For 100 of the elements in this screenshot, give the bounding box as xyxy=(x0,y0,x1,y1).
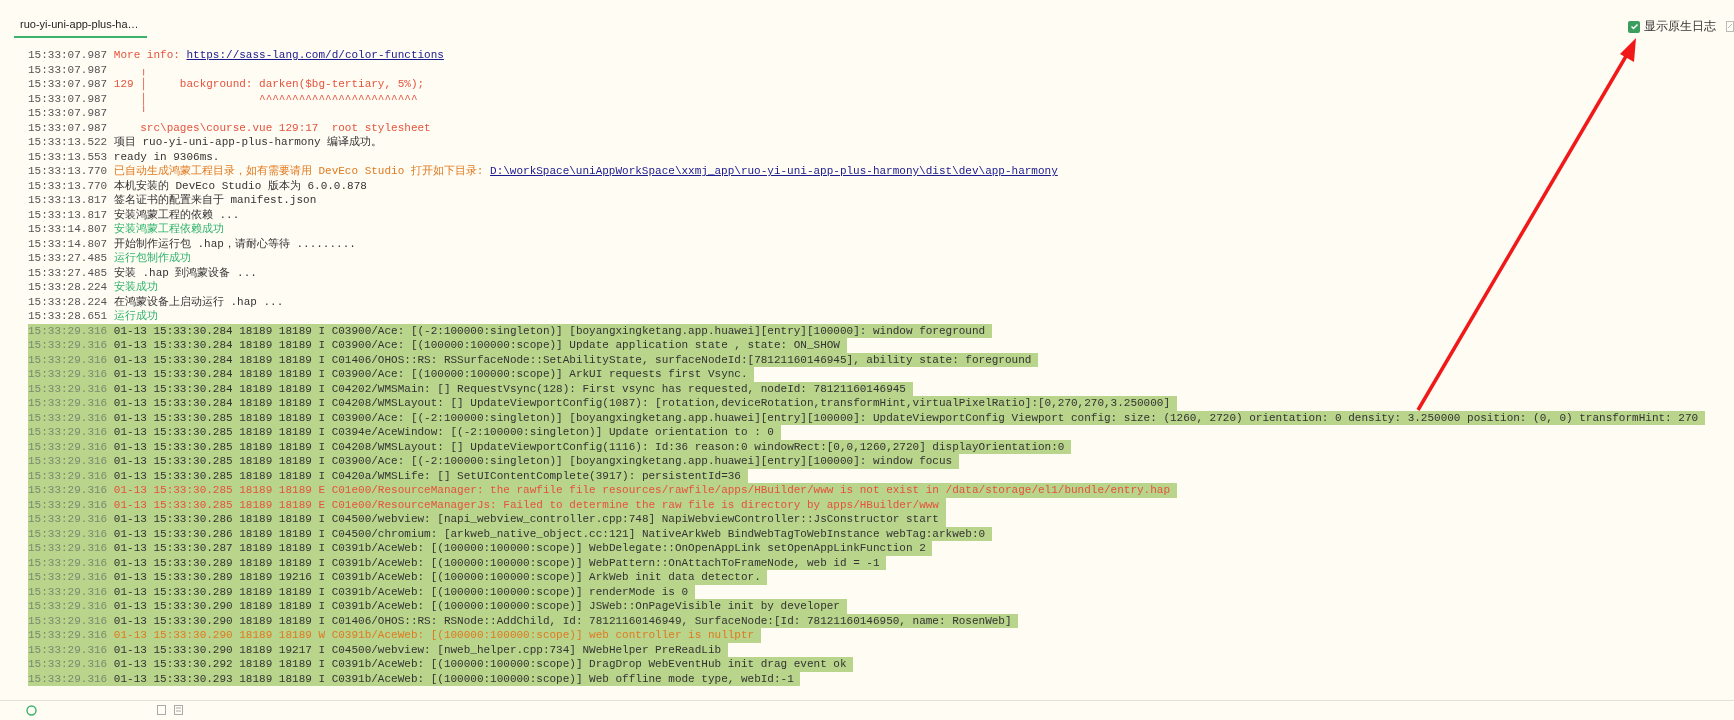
log-message: 01-13 15:33:30.284 18189 18189 I C04208/WMSLayout: [] UpdateViewportConfig(1087): [rotation,deviceRotation,transformHint,virtualPixelRatio]:[0,270,270,3.250000] xyxy=(113,397,1171,409)
link[interactable]: D:\workSpace\uniAppWorkSpace\xxmj_app\ruo-yi-uni-app-plus-harmony\dist\dev\app-harmony xyxy=(490,165,1058,177)
log-message: 01-13 15:33:30.284 18189 18189 I C04202/WMSMain: [] RequestVsync(128): First vsync has requested, nodeId: 78121160146945 xyxy=(113,382,907,395)
log-message: 01-13 15:33:30.285 18189 18189 I C0394e/AceWindow: [(-2:100000:singleton)] Update orientation to : 0 xyxy=(113,426,775,438)
log-time: 15:33:29.316 xyxy=(28,672,108,685)
log-line[interactable]: 15:33:14.807 安装鸿蒙工程依赖成功 xyxy=(28,222,224,237)
log-line[interactable]: 15:33:07.987 ╵ xyxy=(28,106,147,121)
log-message: ready in 9306ms. xyxy=(113,150,220,163)
log-time: 15:33:29.316 xyxy=(28,600,108,612)
log-time: 15:33:29.316 xyxy=(28,397,108,409)
log-message: 01-13 15:33:30.289 18189 18189 I C0391b/AceWeb: [(100000:100000:scope)] WebPattern::OnAttachToFrameNode, web id = -1 xyxy=(113,556,881,569)
log-line[interactable]: 15:33:07.987 129 │ background: darken($bg-tertiary, 5%); xyxy=(28,77,425,92)
checkbox-label: 显示原生日志 xyxy=(1644,18,1716,35)
log-message: 01-13 15:33:30.284 18189 18189 I C03900/Ace: [(-2:100000:singleton)] [boyangxingketang.app.huawei][entry][100000]: window foreground xyxy=(113,324,987,337)
log-message: 安装成功 xyxy=(113,281,158,293)
log-time: 15:33:13.817 xyxy=(28,208,108,221)
log-line[interactable]: 15:33:07.987 ╷ xyxy=(28,62,147,77)
log-time: 15:33:29.316 xyxy=(28,556,108,569)
log-message: ╷ xyxy=(139,63,147,76)
log-line[interactable]: 15:33:07.987 │ ^^^^^^^^^^^^^^^^^^^^^^^^ xyxy=(28,91,418,106)
log-message: 01-13 15:33:30.292 18189 18189 I C0391b/AceWeb: [(100000:100000:scope)] DragDrop WebEventHub init drag event ok xyxy=(113,658,848,670)
log-message: 在鸿蒙设备上启动运行 .hap ... xyxy=(113,295,284,308)
log-message: 01-13 15:33:30.286 18189 18189 I C04500/webview: [napi_webview_controller.cpp:748] NapiWebviewController::JsConstructor start xyxy=(113,513,940,525)
log-line[interactable]: 15:33:13.817 安装鸿蒙工程的依赖 ... xyxy=(28,207,240,222)
log-message: 01-13 15:33:30.284 18189 18189 I C03900/Ace: [(100000:100000:scope)] ArkUI requests first Vsync. xyxy=(113,368,749,380)
log-time: 15:33:29.316 xyxy=(28,658,108,670)
log-time: 15:33:29.316 xyxy=(28,498,108,511)
log-time: 15:33:28.224 xyxy=(28,281,108,293)
edit-icon[interactable] xyxy=(1726,21,1734,32)
log-message: 本机安装的 DevEco Studio 版本为 6.0.0.878 xyxy=(113,179,367,192)
log-time: 15:33:29.316 xyxy=(28,484,108,496)
log-time: 15:33:13.770 xyxy=(28,165,108,177)
log-time: 15:33:29.316 xyxy=(28,455,108,467)
log-line[interactable]: 15:33:28.651 运行成功 xyxy=(28,309,158,324)
log-time: 15:33:13.553 xyxy=(28,150,108,163)
log-time: 15:33:27.485 xyxy=(28,252,108,264)
log-time: 15:33:29.316 xyxy=(28,542,108,554)
log-message: 01-13 15:33:30.290 18189 19217 I C04500/webview: [nweb_helper.cpp:734] NWebHelper PreReadLib xyxy=(113,643,723,656)
log-message: 01-13 15:33:30.290 18189 18189 I C01406/OHOS::RS: RSNode::AddChild, Id: 78121160146949, SurfaceNode:[Id: 78121160146950, name: RosenWeb] xyxy=(113,614,1013,627)
log-time: 15:33:07.987 xyxy=(28,107,108,119)
log-time: 15:33:07.987 xyxy=(28,121,108,134)
log-time: 15:33:29.316 xyxy=(28,527,108,540)
log-time: 15:33:29.316 xyxy=(28,629,108,641)
log-line[interactable]: 15:33:27.485 安装 .hap 到鸿蒙设备 ... xyxy=(28,265,257,280)
log-line[interactable]: 15:33:14.807 开始制作运行包 .hap，请耐心等待 ......... xyxy=(28,236,356,251)
log-message: 运行成功 xyxy=(113,310,158,322)
log-time: 15:33:29.316 xyxy=(28,339,108,351)
log-line[interactable]: 15:33:13.770 本机安装的 DevEco Studio 版本为 6.0.0.878 xyxy=(28,178,367,193)
log-message: 129 │ background: darken($bg-tertiary, 5%); xyxy=(113,78,425,90)
log-time: 15:33:29.316 xyxy=(28,614,108,627)
log-time: 15:33:07.987 xyxy=(28,63,108,76)
log-message: 运行包制作成功 xyxy=(113,252,191,264)
log-time: 15:33:07.987 xyxy=(28,78,108,90)
log-message: 01-13 15:33:30.289 18189 18189 I C0391b/AceWeb: [(100000:100000:scope)] renderMode is 0 xyxy=(113,585,690,598)
checkbox[interactable] xyxy=(1628,20,1640,33)
log-time: 15:33:28.224 xyxy=(28,295,108,308)
log-line[interactable]: 15:33:13.817 签名证书的配置来自于 manifest.json xyxy=(28,193,317,208)
log-message: 01-13 15:33:30.285 18189 18189 I C03900/Ace: [(-2:100000:singleton)] [boyangxingketang.app.huawei][entry][100000]: window focus xyxy=(113,455,954,467)
status-icon xyxy=(26,704,37,716)
log-message: 01-13 15:33:30.286 18189 18189 I C04500/chromium: [arkweb_native_object.cc:121] NativeArkWeb BindWebTagToWebInstance webTag:arkweb:0 xyxy=(113,527,987,540)
log-message: 项目 ruo-yi-uni-app-plus-harmony 编译成功。 xyxy=(113,136,383,148)
log-line[interactable]: 15:33:27.485 运行包制作成功 xyxy=(28,251,191,266)
log-time: 15:33:13.770 xyxy=(28,179,108,192)
log-message: 01-13 15:33:30.285 18189 18189 I C03900/Ace: [(-2:100000:singleton)] [boyangxingketang.app.huawei][entry][100000]: UpdateViewportConfig Viewport config: size: (1260, 2720) orientation: 0 density: 3.250000 position: (0, 0) transformHint: 270 xyxy=(113,411,1700,424)
log-message: 签名证书的配置来自于 manifest.json xyxy=(113,194,317,206)
log-time: 15:33:14.807 xyxy=(28,223,108,235)
log-time: 15:33:27.485 xyxy=(28,266,108,279)
log-line[interactable]: 15:33:13.553 ready in 9306ms. xyxy=(28,149,220,164)
log-time: 15:33:29.316 xyxy=(28,643,108,656)
log-time: 15:33:29.316 xyxy=(28,440,108,453)
log-message: 01-13 15:33:30.284 18189 18189 I C01406/OHOS::RS: RSSurfaceNode::SetAbilityState, surfaceNodeId:[78121160146945], ability state: foreground xyxy=(113,353,1033,366)
document-icon[interactable] xyxy=(157,705,166,715)
log-line[interactable]: 15:33:07.987 src\pages\course.vue 129:17 root stylesheet xyxy=(28,120,431,135)
log-time: 15:33:13.522 xyxy=(28,136,108,148)
log-message: 安装 .hap 到鸿蒙设备 ... xyxy=(113,266,257,279)
log-message: 01-13 15:33:30.285 18189 18189 I C04208/WMSLayout: [] UpdateViewportConfig(1116): Id:36 reason:0 windowRect:[0,0,1260,2720] displayOrientation:0 xyxy=(113,440,1066,453)
log-line[interactable]: 15:33:28.224 安装成功 xyxy=(28,280,158,295)
log-message: 01-13 15:33:30.290 18189 18189 W C0391b/AceWeb: [(100000:100000:scope)] web controller is nullptr xyxy=(113,629,756,641)
log-line[interactable]: 15:33:13.770 已自动生成鸿蒙工程目录，如有需要请用 DevEco Studio 打开如下目录: D:\workSpace\uniAppWorkSpace\xxmj_app\ruo-yi-uni-app-plus-harmony\dist\dev\app-harmony xyxy=(28,164,1058,179)
log-message: 开始制作运行包 .hap，请耐心等待 ......... xyxy=(113,237,356,250)
log-time: 15:33:07.987 xyxy=(28,49,108,61)
log-time: 15:33:29.316 xyxy=(28,513,108,525)
log-message: 01-13 15:33:30.285 18189 18189 E C01e00/ResourceManager: the rawfile file resources/rawfile/apps/HBuilder/www is not exist in /data/storage/el1/bundle/entry.hap xyxy=(113,484,1171,496)
log-message: 01-13 15:33:30.285 18189 18189 E C01e00/ResourceManagerJs: Failed to determine the raw file is directory by apps/HBuilder/www xyxy=(113,498,940,511)
log-line[interactable]: 15:33:13.522 项目 ruo-yi-uni-app-plus-harmony 编译成功。 xyxy=(28,135,383,150)
page-icon[interactable] xyxy=(174,705,183,715)
log-message: 01-13 15:33:30.284 18189 18189 I C03900/Ace: [(100000:100000:scope)] Update application state , state: ON_SHOW xyxy=(113,339,841,351)
log-message: 01-13 15:33:30.290 18189 18189 I C0391b/AceWeb: [(100000:100000:scope)] JSWeb::OnPageVisible init by developer xyxy=(113,600,841,612)
link[interactable]: https://sass-lang.com/d/color-functions xyxy=(186,49,444,61)
log-line[interactable]: 15:33:07.987 More info: https://sass-lang.com/d/color-functions xyxy=(28,48,444,63)
log-time: 15:33:29.316 xyxy=(28,571,108,583)
log-time: 15:33:29.316 xyxy=(28,469,108,482)
log-time: 15:33:29.316 xyxy=(28,382,108,395)
log-line[interactable]: 15:33:28.224 在鸿蒙设备上启动运行 .hap ... xyxy=(28,294,284,309)
log-time: 15:33:13.817 xyxy=(28,194,108,206)
log-message: 01-13 15:33:30.285 18189 18189 I C0420a/WMSLife: [] SetUIContentComplete(3917): persistentId=36 xyxy=(113,469,742,482)
log-tab[interactable]: ruo-yi-uni-app-plus-ha… xyxy=(14,0,147,38)
log-time: 15:33:29.316 xyxy=(28,353,108,366)
log-time: 15:33:29.316 xyxy=(28,324,108,337)
log-message: │ ^^^^^^^^^^^^^^^^^^^^^^^^ xyxy=(139,92,418,105)
